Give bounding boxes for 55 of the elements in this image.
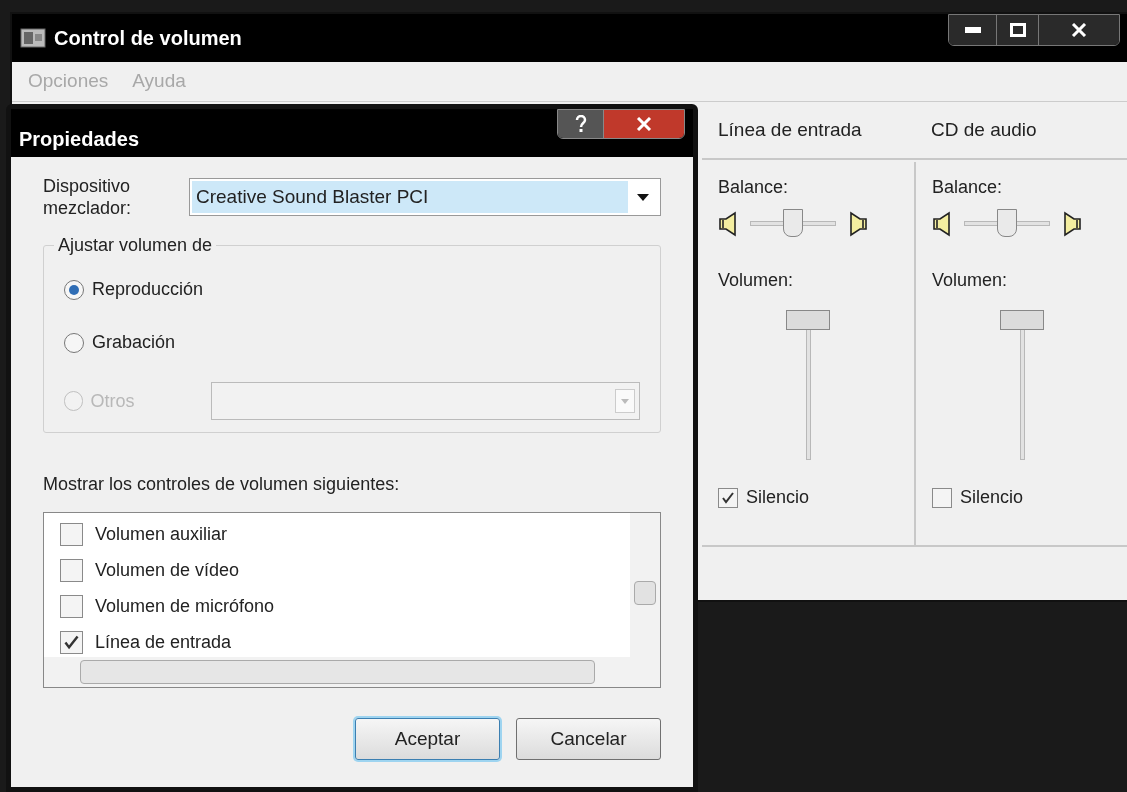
list-item[interactable]: Volumen de vídeo	[60, 557, 630, 584]
horizontal-scrollbar[interactable]	[44, 657, 660, 687]
dialog-title: Propiedades	[19, 127, 140, 152]
slider-thumb[interactable]	[997, 209, 1017, 237]
checkbox[interactable]	[718, 487, 738, 508]
channel-title: Línea de entrada	[717, 117, 863, 142]
speaker-icon	[1062, 211, 1082, 237]
mute-label: Silencio	[960, 486, 1024, 509]
radio-label: Grabación	[92, 331, 177, 354]
help-button[interactable]	[558, 110, 604, 138]
help-icon	[574, 115, 587, 133]
close-button[interactable]	[1039, 15, 1119, 45]
volume-label: Volumen:	[718, 269, 795, 292]
volume-slider[interactable]	[786, 310, 830, 460]
window-title: Control de volumen	[54, 26, 242, 51]
radio-label: Reproducción	[92, 278, 204, 301]
channel-title: CD de audio	[930, 117, 1038, 142]
balance-label: Balance:	[718, 176, 790, 199]
close-icon	[636, 117, 652, 131]
device-dropdown[interactable]: Creative Sound Blaster PCI	[189, 178, 661, 216]
speaker-icon	[718, 211, 738, 237]
list-item[interactable]: Línea de entrada	[60, 629, 630, 656]
list-item[interactable]: Volumen de micrófono	[60, 593, 630, 620]
checkbox[interactable]	[60, 559, 83, 582]
balance-slider[interactable]	[964, 209, 1050, 239]
list-item[interactable]: Volumen auxiliar	[60, 521, 630, 548]
checkbox[interactable]	[932, 487, 952, 508]
dialog-button[interactable]: Cancelar	[516, 718, 661, 760]
close-icon	[1071, 23, 1087, 37]
slider-thumb[interactable]	[1000, 310, 1044, 330]
maximize-button[interactable]	[997, 15, 1039, 45]
minimize-icon	[964, 27, 981, 33]
dialog-button[interactable]: Aceptar	[355, 718, 500, 760]
checkbox[interactable]	[60, 595, 83, 618]
speaker-icon	[932, 211, 952, 237]
speaker-window-icon	[20, 28, 46, 48]
vertical-scrollbar[interactable]	[630, 513, 660, 657]
caret-icon	[615, 389, 635, 413]
volume-label: Volumen:	[932, 269, 1009, 292]
list-label: Mostrar los controles de volumen siguientes:	[43, 473, 401, 496]
speaker-icon	[848, 211, 868, 237]
checkbox[interactable]	[60, 523, 83, 546]
mute-label: Silencio	[746, 486, 810, 509]
checkbox[interactable]	[60, 631, 83, 654]
slider-thumb[interactable]	[786, 310, 830, 330]
radio-button[interactable]	[64, 332, 84, 353]
balance-slider[interactable]	[750, 209, 836, 239]
volume-slider[interactable]	[1000, 310, 1044, 460]
radio-label: Otros	[90, 389, 136, 413]
radio-button[interactable]	[64, 279, 84, 300]
maximize-icon	[1009, 23, 1026, 37]
minimize-button[interactable]	[949, 15, 997, 45]
device-label: Dispositivo mezclador:	[43, 175, 133, 219]
slider-thumb[interactable]	[783, 209, 803, 237]
balance-label: Balance:	[932, 176, 1004, 199]
